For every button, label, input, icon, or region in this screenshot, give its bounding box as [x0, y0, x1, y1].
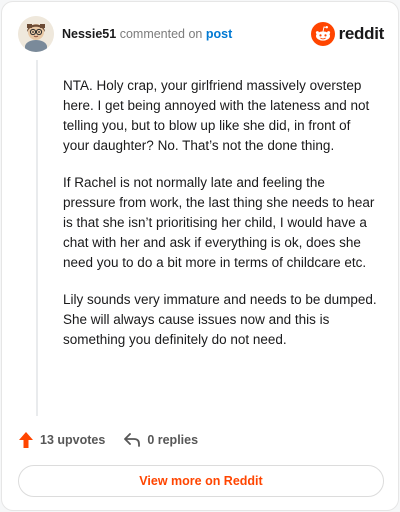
- brand-wordmark: reddit: [338, 24, 385, 43]
- comment-card: Nessie51 commented on post reddit NTA. H…: [1, 1, 399, 511]
- thread-line: [36, 60, 38, 416]
- avatar-illustration-icon: [18, 16, 54, 52]
- comment-body: NTA. Holy crap, your girlfriend massivel…: [63, 76, 379, 367]
- reddit-snoo-icon: [310, 22, 335, 46]
- action-text: commented on: [119, 27, 203, 41]
- comment-header: Nessie51 commented on post reddit: [18, 16, 384, 52]
- post-link[interactable]: post: [206, 27, 232, 41]
- upvote-button[interactable]: 13 upvotes: [18, 431, 105, 449]
- reply-button[interactable]: 0 replies: [123, 432, 198, 448]
- username[interactable]: Nessie51: [62, 27, 116, 41]
- reply-count: 0 replies: [147, 433, 199, 447]
- upvote-arrow-icon: [19, 432, 33, 448]
- comment-paragraph: If Rachel is not normally late and feeli…: [63, 175, 375, 270]
- comment-actions: 13 upvotes 0 replies: [18, 430, 216, 450]
- user-avatar[interactable]: [18, 16, 54, 52]
- comment-paragraph: Lily sounds very immature and needs to b…: [63, 292, 377, 347]
- reply-arrow-icon: [124, 433, 141, 447]
- upvote-count: 13 upvotes: [40, 433, 106, 447]
- comment-paragraph: NTA. Holy crap, your girlfriend massivel…: [63, 78, 370, 153]
- reddit-logo[interactable]: reddit: [310, 20, 385, 48]
- comment-meta: Nessie51 commented on post: [62, 26, 232, 42]
- view-more-button[interactable]: View more on Reddit: [18, 465, 384, 497]
